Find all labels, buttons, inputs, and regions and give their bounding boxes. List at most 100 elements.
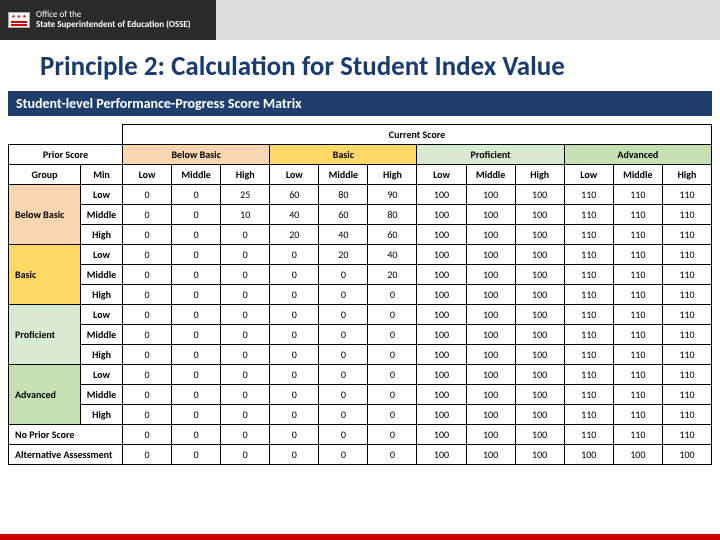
score-cell: 100 <box>515 365 564 385</box>
score-cell: 110 <box>564 245 613 265</box>
row-group-label: Advanced <box>9 365 81 425</box>
score-cell: 0 <box>123 365 172 385</box>
score-cell: 100 <box>515 285 564 305</box>
org-name: Office of the State Superintendent of Ed… <box>36 10 191 30</box>
score-cell: 110 <box>564 405 613 425</box>
score-cell: 100 <box>515 245 564 265</box>
score-cell: 110 <box>564 305 613 325</box>
score-cell: 0 <box>368 405 417 425</box>
table-row: High000000100100100110110110 <box>9 285 712 305</box>
score-cell: 40 <box>319 225 368 245</box>
score-cell: 60 <box>368 225 417 245</box>
score-cell: 100 <box>417 345 466 365</box>
row-extra-label: No Prior Score <box>9 425 123 445</box>
row-group-label: Basic <box>9 245 81 305</box>
score-cell: 90 <box>368 185 417 205</box>
col-hdr: Middle <box>466 165 515 185</box>
score-cell: 0 <box>221 245 270 265</box>
score-cell: 0 <box>221 425 270 445</box>
score-cell: 10 <box>221 205 270 225</box>
score-cell: 100 <box>466 265 515 285</box>
table-row: ProficientLow000000100100100110110110 <box>9 305 712 325</box>
score-cell: 0 <box>221 305 270 325</box>
score-cell: 100 <box>417 205 466 225</box>
score-cell: 110 <box>662 425 711 445</box>
score-cell: 100 <box>515 265 564 285</box>
score-cell: 0 <box>270 385 319 405</box>
score-cell: 100 <box>515 325 564 345</box>
score-cell: 0 <box>123 405 172 425</box>
score-cell: 100 <box>662 445 711 465</box>
score-cell: 100 <box>417 265 466 285</box>
score-cell: 0 <box>368 305 417 325</box>
table-row: Middle000000100100100110110110 <box>9 325 712 345</box>
score-cell: 100 <box>466 405 515 425</box>
score-cell: 0 <box>270 305 319 325</box>
score-cell: 110 <box>564 185 613 205</box>
score-cell: 0 <box>221 445 270 465</box>
score-cell: 0 <box>221 265 270 285</box>
score-cell: 0 <box>319 345 368 365</box>
score-cell: 110 <box>564 345 613 365</box>
table-row: Alternative Assessment000000100100100100… <box>9 445 712 465</box>
score-cell: 100 <box>417 225 466 245</box>
score-cell: 0 <box>172 265 221 285</box>
table-row: Below BasicLow00256080901001001001101101… <box>9 185 712 205</box>
score-cell: 80 <box>368 205 417 225</box>
score-cell: 100 <box>466 245 515 265</box>
score-cell: 100 <box>417 325 466 345</box>
score-cell: 100 <box>515 405 564 425</box>
score-cell: 100 <box>417 385 466 405</box>
table-row: Middle0000020100100100110110110 <box>9 265 712 285</box>
col-hdr: Middle <box>319 165 368 185</box>
col-hdr: High <box>515 165 564 185</box>
score-cell: 0 <box>221 225 270 245</box>
row-sub-label: Low <box>81 365 123 385</box>
score-cell: 100 <box>417 445 466 465</box>
score-matrix: Current Score Prior Score Below Basic Ba… <box>8 124 712 465</box>
score-cell: 110 <box>564 265 613 285</box>
score-cell: 0 <box>319 265 368 285</box>
header-bar: ★★★ Office of the State Superintendent o… <box>0 0 720 40</box>
score-cell: 100 <box>466 225 515 245</box>
score-cell: 110 <box>662 305 711 325</box>
score-cell: 110 <box>613 365 662 385</box>
score-cell: 110 <box>613 265 662 285</box>
group-header: Group <box>9 165 81 185</box>
score-cell: 0 <box>319 425 368 445</box>
score-cell: 60 <box>270 185 319 205</box>
score-cell: 110 <box>613 345 662 365</box>
score-cell: 0 <box>172 205 221 225</box>
score-cell: 0 <box>172 245 221 265</box>
score-cell: 110 <box>662 225 711 245</box>
score-cell: 110 <box>662 205 711 225</box>
row-sub-label: High <box>81 405 123 425</box>
score-cell: 0 <box>221 285 270 305</box>
score-cell: 100 <box>417 185 466 205</box>
score-cell: 0 <box>172 345 221 365</box>
col-group-basic: Basic <box>270 145 417 165</box>
score-cell: 110 <box>564 425 613 445</box>
score-cell: 100 <box>417 405 466 425</box>
score-cell: 110 <box>564 205 613 225</box>
col-group-advanced: Advanced <box>564 145 711 165</box>
table-row: High000000100100100110110110 <box>9 345 712 365</box>
table-row: Middle0010406080100100100110110110 <box>9 205 712 225</box>
score-cell: 110 <box>564 325 613 345</box>
score-cell: 0 <box>172 285 221 305</box>
score-cell: 0 <box>319 325 368 345</box>
score-cell: 110 <box>662 365 711 385</box>
score-cell: 100 <box>515 205 564 225</box>
row-sub-label: High <box>81 345 123 365</box>
score-cell: 100 <box>417 245 466 265</box>
score-cell: 100 <box>466 205 515 225</box>
score-cell: 100 <box>515 425 564 445</box>
row-group-label: Below Basic <box>9 185 81 245</box>
score-cell: 0 <box>319 285 368 305</box>
score-cell: 80 <box>319 185 368 205</box>
score-cell: 0 <box>368 285 417 305</box>
row-sub-label: Middle <box>81 205 123 225</box>
score-cell: 0 <box>221 405 270 425</box>
score-cell: 0 <box>319 365 368 385</box>
score-cell: 110 <box>662 285 711 305</box>
